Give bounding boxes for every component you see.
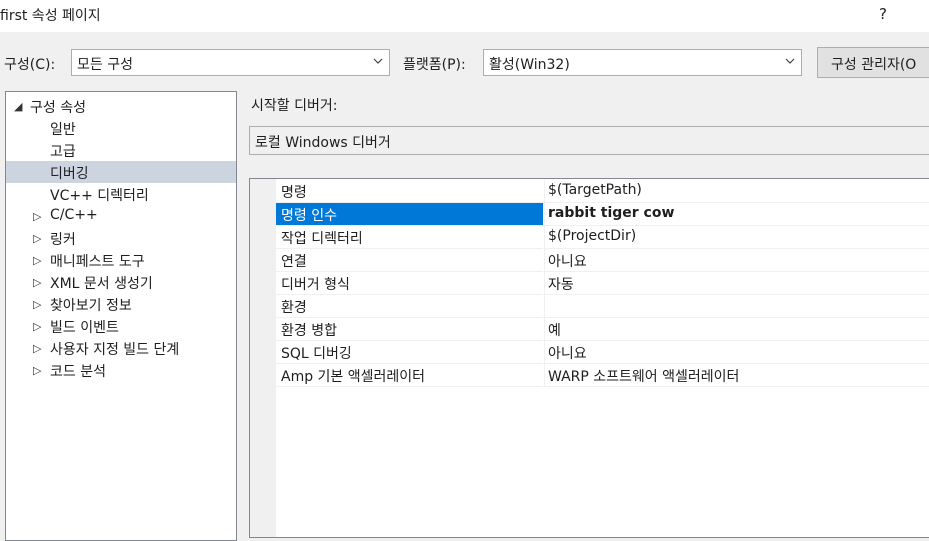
- property-row[interactable]: 디버거 형식 자동: [276, 272, 929, 295]
- help-button[interactable]: ?: [879, 5, 887, 23]
- tree-item[interactable]: ▷ C/C++: [6, 205, 236, 227]
- property-name-cell[interactable]: 환경: [276, 295, 543, 318]
- platform-label: 플랫폼(P):: [403, 57, 466, 73]
- property-value-cell[interactable]: $(ProjectDir): [544, 226, 929, 249]
- property-row[interactable]: 환경 병합 예: [276, 318, 929, 341]
- tree-item-label: 찾아보기 정보: [50, 298, 132, 314]
- property-value-cell[interactable]: 자동: [544, 272, 929, 295]
- property-name: 환경 병합: [281, 323, 337, 339]
- property-name: 명령: [281, 185, 307, 201]
- property-value: 예: [548, 323, 561, 339]
- debugger-dropdown[interactable]: 로컬 Windows 디버거: [249, 126, 929, 155]
- property-value: 자동: [548, 277, 574, 293]
- property-grid[interactable]: 명령 $(TargetPath) 명령 인수 rabbit tiger cow 작업 디…: [249, 178, 929, 538]
- tree-item-label: 일반: [50, 122, 76, 138]
- property-name: SQL 디버깅: [281, 346, 352, 362]
- property-value-cell[interactable]: rabbit tiger cow: [544, 203, 929, 226]
- tree-root-label: 구성 속성: [30, 100, 86, 116]
- debugger-value: 로컬 Windows 디버거: [255, 135, 391, 151]
- property-row[interactable]: 명령 $(TargetPath): [276, 180, 929, 203]
- tree-item[interactable]: ▷ 매니페스트 도구: [6, 249, 236, 271]
- property-value: WARP 소프트웨어 액셀러레이터: [548, 369, 740, 385]
- platform-value: 활성(Win32): [489, 57, 570, 73]
- grid-gutter: [250, 179, 276, 537]
- platform-dropdown[interactable]: 활성(Win32): [483, 49, 802, 76]
- chevron-down-icon: [785, 58, 795, 64]
- tree-root[interactable]: ◢ 구성 속성: [6, 95, 236, 117]
- property-name: 연결: [281, 254, 307, 270]
- tree-item[interactable]: VC++ 디렉터리: [6, 183, 236, 205]
- tree-item[interactable]: ▷ 사용자 지정 빌드 단계: [6, 337, 236, 359]
- property-value: rabbit tiger cow: [548, 205, 675, 221]
- tree-item[interactable]: ▷ 찾아보기 정보: [6, 293, 236, 315]
- property-name-cell[interactable]: 환경 병합: [276, 318, 543, 341]
- collapsed-caret-icon[interactable]: ▷: [33, 232, 41, 245]
- property-name-cell[interactable]: Amp 기본 액셀러레이터: [276, 364, 543, 387]
- expanded-caret-icon[interactable]: ◢: [14, 100, 22, 113]
- property-value-cell[interactable]: 아니요: [544, 249, 929, 272]
- property-name-cell[interactable]: 작업 디렉터리: [276, 226, 543, 249]
- property-value-cell[interactable]: 예: [544, 318, 929, 341]
- property-value: 아니요: [548, 254, 587, 270]
- property-row[interactable]: 연결 아니요: [276, 249, 929, 272]
- property-value-cell[interactable]: [544, 295, 929, 318]
- tree-item-label: 빌드 이벤트: [50, 320, 119, 336]
- collapsed-caret-icon[interactable]: ▷: [33, 210, 41, 223]
- tree-item-label: C/C++: [50, 207, 98, 223]
- tree-item-label: XML 문서 생성기: [50, 276, 153, 292]
- config-label: 구성(C):: [4, 57, 56, 73]
- tree-item[interactable]: 일반: [6, 117, 236, 139]
- collapsed-caret-icon[interactable]: ▷: [33, 276, 41, 289]
- debugger-label: 시작할 디버거:: [251, 98, 338, 114]
- tree-item[interactable]: ▷ XML 문서 생성기: [6, 271, 236, 293]
- tree-item[interactable]: 디버깅: [6, 161, 236, 183]
- tree-item-label: 디버깅: [50, 166, 89, 182]
- property-value: $(ProjectDir): [548, 228, 637, 244]
- collapsed-caret-icon[interactable]: ▷: [33, 320, 41, 333]
- tree-item[interactable]: ▷ 빌드 이벤트: [6, 315, 236, 337]
- property-row[interactable]: 명령 인수 rabbit tiger cow: [276, 203, 929, 226]
- property-value-cell[interactable]: $(TargetPath): [544, 180, 929, 203]
- collapsed-caret-icon[interactable]: ▷: [33, 298, 41, 311]
- property-name: 작업 디렉터리: [281, 231, 363, 247]
- tree-item[interactable]: ▷ 링커: [6, 227, 236, 249]
- property-name: 환경: [281, 300, 307, 316]
- property-row[interactable]: Amp 기본 액셀러레이터 WARP 소프트웨어 액셀러레이터: [276, 364, 929, 387]
- property-value: $(TargetPath): [548, 182, 642, 198]
- property-value-cell[interactable]: WARP 소프트웨어 액셀러레이터: [544, 364, 929, 387]
- property-name: 디버거 형식: [281, 277, 350, 293]
- property-name: Amp 기본 액셀러레이터: [281, 369, 426, 385]
- chevron-down-icon: [373, 58, 383, 64]
- tree-item-label: 매니페스트 도구: [50, 254, 145, 270]
- property-name-cell[interactable]: SQL 디버깅: [276, 341, 543, 364]
- property-name: 명령 인수: [281, 208, 337, 224]
- tree-item-label: 링커: [50, 232, 76, 248]
- tree-item[interactable]: 고급: [6, 139, 236, 161]
- tree-item-label: VC++ 디렉터리: [50, 188, 149, 204]
- tree-item-label: 코드 분석: [50, 364, 106, 380]
- property-name-cell[interactable]: 디버거 형식: [276, 272, 543, 295]
- property-value-cell[interactable]: 아니요: [544, 341, 929, 364]
- tree-item-label: 사용자 지정 빌드 단계: [50, 342, 180, 358]
- window-title: first 속성 페이지: [0, 8, 101, 24]
- config-manager-label: 구성 관리자(O: [831, 57, 917, 73]
- collapsed-caret-icon[interactable]: ▷: [33, 254, 41, 267]
- config-value: 모든 구성: [77, 57, 133, 73]
- config-manager-button[interactable]: 구성 관리자(O: [817, 47, 929, 78]
- tree-item[interactable]: ▷ 코드 분석: [6, 359, 236, 381]
- config-dropdown[interactable]: 모든 구성: [71, 49, 390, 76]
- collapsed-caret-icon[interactable]: ▷: [33, 342, 41, 355]
- title-bar: first 속성 페이지 ?: [0, 0, 929, 32]
- property-name-cell[interactable]: 명령 인수: [276, 203, 543, 226]
- property-name-cell[interactable]: 연결: [276, 249, 543, 272]
- property-tree[interactable]: ◢ 구성 속성 일반고급디버깅 VC++ 디렉터리 ▷ C/C++ ▷ 링커 ▷ 매니페스트 …: [5, 91, 237, 541]
- property-row[interactable]: 환경: [276, 295, 929, 318]
- collapsed-caret-icon[interactable]: ▷: [33, 364, 41, 377]
- property-name-cell[interactable]: 명령: [276, 180, 543, 203]
- property-value: 아니요: [548, 346, 587, 362]
- tree-item-label: 고급: [50, 144, 76, 160]
- property-row[interactable]: 작업 디렉터리 $(ProjectDir): [276, 226, 929, 249]
- property-row[interactable]: SQL 디버깅 아니요: [276, 341, 929, 364]
